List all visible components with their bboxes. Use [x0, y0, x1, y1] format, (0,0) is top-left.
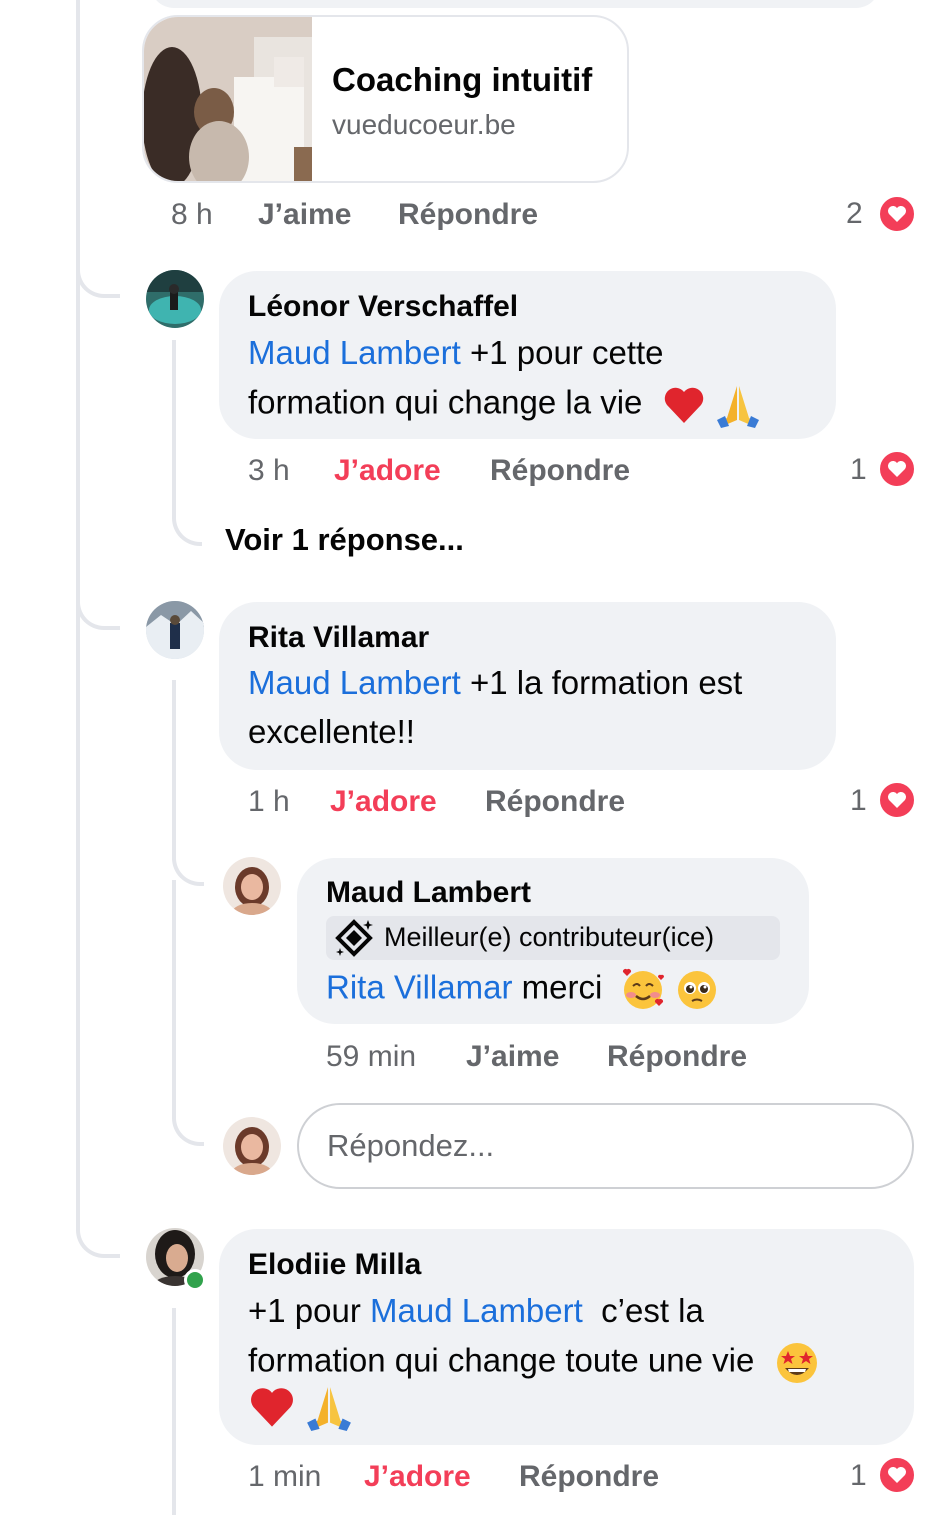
reaction-count: 1 [850, 1459, 867, 1492]
link-domain: vueducoeur.be [332, 109, 516, 140]
red-heart-icon [251, 1388, 293, 1427]
thread-curve [76, 570, 120, 630]
comment-text-line: Maud Lambert +1 la formation est [248, 664, 742, 702]
link-preview-card[interactable]: Coaching intuitif vueducoeur.be [142, 15, 629, 183]
comment-author[interactable]: Léonor Verschaffel [248, 290, 518, 324]
reply-button[interactable]: Répondre [485, 785, 625, 819]
comment-author[interactable]: Rita Villamar [248, 621, 429, 655]
badge-label: Meilleur(e) contributeur(ice) [384, 922, 715, 952]
reply-text: merci [512, 968, 603, 1006]
love-reaction-button[interactable]: J’adore [364, 1460, 471, 1494]
thread-curve [172, 340, 202, 546]
thread-line-sub [172, 1308, 176, 1515]
link-thumbnail-image [144, 17, 312, 181]
folded-hands-icon [307, 1387, 352, 1431]
folded-hands-icon [716, 386, 759, 428]
comment-text-line: Maud Lambert +1 pour cette [248, 334, 664, 372]
current-user-avatar[interactable] [223, 1117, 281, 1175]
reply-text-line: Rita Villamar merci [326, 968, 719, 1012]
online-status-indicator [184, 1269, 206, 1291]
mention-link[interactable]: Maud Lambert [248, 664, 461, 701]
top-contributor-badge[interactable]: Meilleur(e) contributeur(ice) [326, 916, 780, 960]
reply-button[interactable]: Répondre [398, 198, 538, 232]
comment-text: formation qui change toute une vie [248, 1341, 755, 1379]
timestamp: 59 min [326, 1040, 417, 1073]
view-replies-link[interactable]: Voir 1 réponse... [225, 522, 464, 558]
comment-text: +1 la formation est [460, 664, 743, 701]
reply-button[interactable]: Répondre [519, 1460, 659, 1494]
comment-text: +1 pour [248, 1292, 371, 1329]
pleading-face-icon [677, 971, 716, 1009]
mention-link[interactable]: Maud Lambert [248, 334, 461, 371]
timestamp: 8 h [171, 198, 213, 231]
love-reaction-button[interactable]: J’adore [334, 454, 441, 488]
avatar[interactable] [146, 270, 204, 328]
timestamp: 3 h [248, 454, 290, 487]
reaction-count: 1 [850, 453, 867, 486]
like-button[interactable]: J’aime [258, 198, 351, 232]
reaction-count: 1 [850, 784, 867, 817]
previous-comment-bubble [150, 0, 880, 8]
reply-author[interactable]: Maud Lambert [326, 876, 531, 910]
comment-text-line: excellente!! [248, 713, 415, 750]
love-reaction-icon[interactable] [877, 194, 917, 234]
comment-text-line: formation qui change toute une vie [248, 1340, 820, 1386]
thread-curve [76, 1196, 120, 1258]
reply-input[interactable] [297, 1103, 914, 1189]
comment-author[interactable]: Elodiie Milla [248, 1248, 421, 1282]
timestamp: 1 h [248, 785, 290, 818]
reaction-count: 2 [846, 197, 863, 230]
reply-button[interactable]: Répondre [607, 1040, 747, 1074]
comment-text: c’est la [582, 1292, 704, 1329]
thread-curve [172, 880, 204, 1146]
top-contributor-icon [335, 919, 373, 957]
timestamp: 1 min [248, 1460, 322, 1493]
red-heart-icon [664, 387, 703, 423]
thread-curve [76, 240, 120, 298]
comment-text: formation qui change la vie [248, 383, 643, 421]
mention-link[interactable]: Rita Villamar [326, 969, 512, 1006]
smiling-face-with-hearts-icon [623, 968, 665, 1009]
love-reaction-icon[interactable] [877, 449, 917, 489]
link-title: Coaching intuitif [332, 61, 593, 98]
star-struck-icon [776, 1343, 817, 1383]
reply-button[interactable]: Répondre [490, 454, 630, 488]
comment-text-line: formation qui change la vie [248, 382, 761, 428]
comment-text-line [248, 1383, 353, 1431]
comment-text-line: +1 pour Maud Lambert c’est la [248, 1292, 704, 1330]
avatar[interactable] [223, 857, 281, 915]
avatar[interactable] [146, 601, 204, 659]
like-button[interactable]: J’aime [466, 1040, 559, 1074]
comment-text: +1 pour cette [460, 334, 664, 371]
thread-line-sub [172, 680, 176, 860]
love-reaction-button[interactable]: J’adore [330, 785, 437, 819]
love-reaction-icon[interactable] [877, 1455, 917, 1495]
mention-link[interactable]: Maud Lambert [370, 1292, 583, 1329]
love-reaction-icon[interactable] [877, 780, 917, 820]
